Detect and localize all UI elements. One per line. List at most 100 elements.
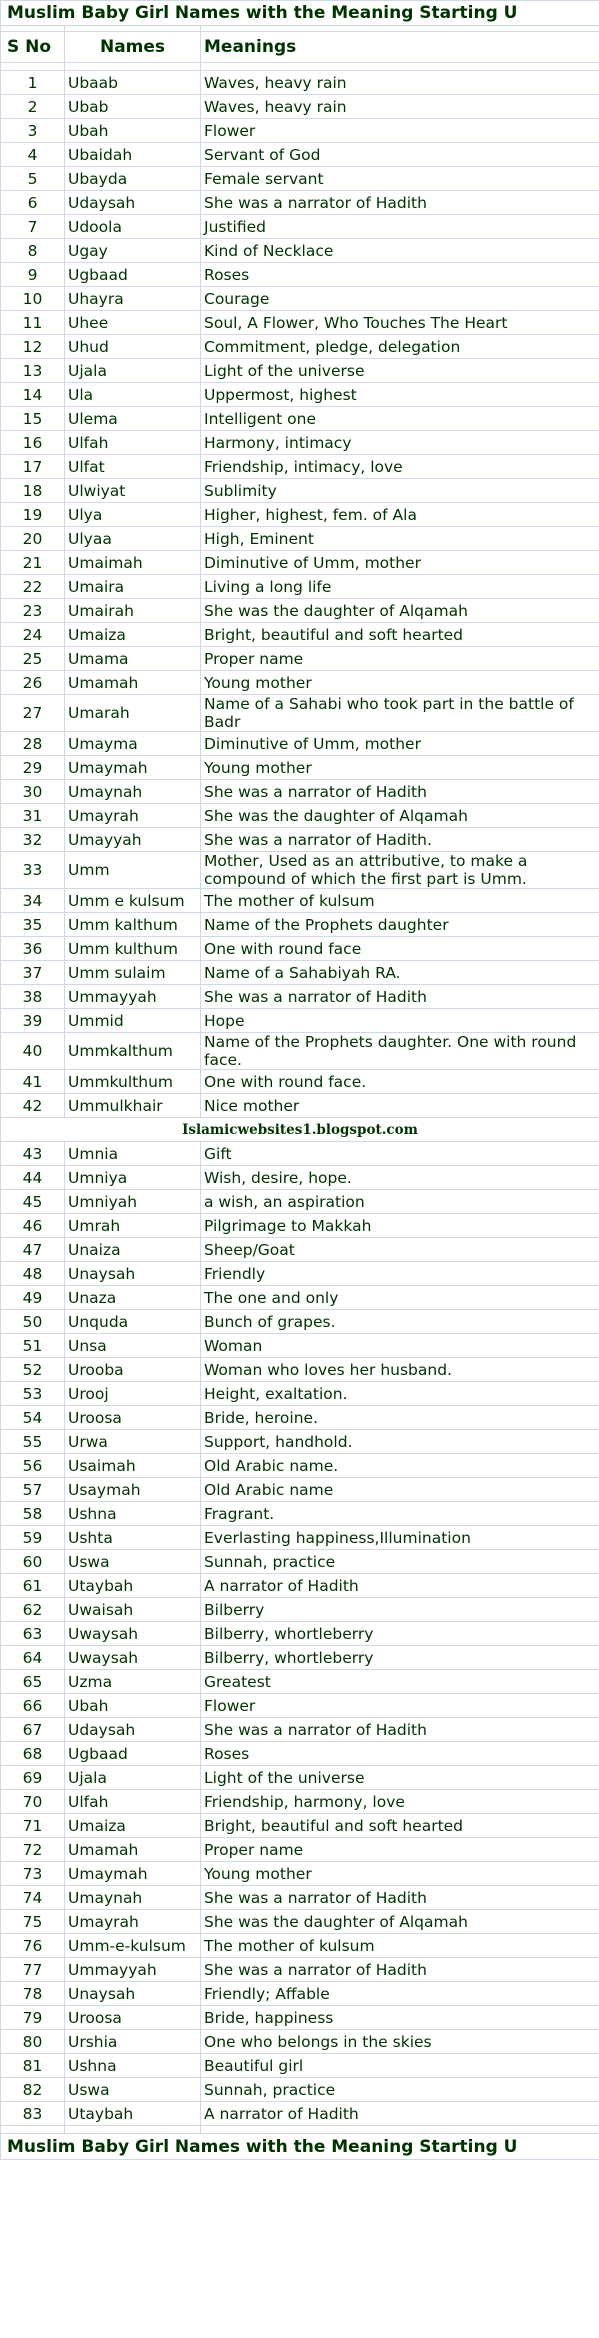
table-row: 1 Ubaab Waves, heavy rain	[0, 70, 599, 95]
meaning-cell: Waves, heavy rain	[199, 94, 599, 119]
name-cell: Umamah	[64, 670, 201, 695]
name-cell: Uhud	[64, 334, 201, 359]
serial-number: 34	[0, 888, 65, 913]
serial-number: 57	[0, 1477, 65, 1502]
column-header-meanings: Meanings	[199, 31, 599, 63]
meaning-cell: She was the daughter of Alqamah	[199, 598, 599, 623]
name-cell: Usaimah	[64, 1453, 201, 1478]
serial-number: 54	[0, 1405, 65, 1430]
serial-number: 37	[0, 960, 65, 985]
name-cell: Umm kalthum	[64, 912, 201, 937]
name-cell: Ugbaad	[64, 1741, 201, 1766]
name-cell: Umairah	[64, 598, 201, 623]
table-row: 24 Umaiza Bright, beautiful and soft heart…	[0, 622, 599, 647]
name-cell: Umayrah	[64, 803, 201, 828]
table-row: 78 Unaysah Friendly; Affable	[0, 1981, 599, 2006]
serial-number: 31	[0, 803, 65, 828]
serial-number: 46	[0, 1213, 65, 1238]
table-row: 29 Umaymah Young mother	[0, 755, 599, 780]
serial-number: 10	[0, 286, 65, 311]
table-row: 2 Ubab Waves, heavy rain	[0, 94, 599, 119]
name-cell: Ushna	[64, 1501, 201, 1526]
table-row: 10 Uhayra Courage	[0, 286, 599, 311]
meaning-cell: Young mother	[199, 1861, 599, 1886]
meaning-cell: Young mother	[199, 670, 599, 695]
table-row: 7 Udoola Justified	[0, 214, 599, 239]
meaning-cell: Roses	[199, 1741, 599, 1766]
table-row: 15 Ulema Intelligent one	[0, 406, 599, 431]
meaning-cell: She was a narrator of Hadith.	[199, 827, 599, 852]
meaning-cell: She was the daughter of Alqamah	[199, 1909, 599, 1934]
name-cell: Umarah	[64, 694, 201, 732]
name-cell: Ummayyah	[64, 984, 201, 1009]
serial-number: 20	[0, 526, 65, 551]
table-row: 76 Umm-e-kulsum The mother of kulsum	[0, 1933, 599, 1958]
meaning-cell: One with round face.	[199, 1069, 599, 1094]
meaning-cell: The mother of kulsum	[199, 1933, 599, 1958]
meaning-cell: Wish, desire, hope.	[199, 1165, 599, 1190]
table-row: 71 Umaiza Bright, beautiful and soft heart…	[0, 1813, 599, 1838]
serial-number: 23	[0, 598, 65, 623]
serial-number: 35	[0, 912, 65, 937]
meaning-cell: Friendly; Affable	[199, 1981, 599, 2006]
name-cell: Umm sulaim	[64, 960, 201, 985]
name-cell: Ujala	[64, 1765, 201, 1790]
name-cell: Ulyaa	[64, 526, 201, 551]
table-row: 77 Ummayyah She was a narrator of Hadith	[0, 1957, 599, 1982]
name-cell: Umaira	[64, 574, 201, 599]
name-cell: Unaiza	[64, 1237, 201, 1262]
table-row: 30 Umaynah She was a narrator of Hadith	[0, 779, 599, 804]
meaning-cell: Support, handhold.	[199, 1429, 599, 1454]
serial-number: 12	[0, 334, 65, 359]
meaning-cell: Courage	[199, 286, 599, 311]
table-row: 48 Unaysah Friendly	[0, 1261, 599, 1286]
serial-number: 36	[0, 936, 65, 961]
table-row: 74 Umaynah She was a narrator of Hadith	[0, 1885, 599, 1910]
meaning-cell: A narrator of Hadith	[199, 2101, 599, 2126]
serial-number: 71	[0, 1813, 65, 1838]
table-row: 72 Umamah Proper name	[0, 1837, 599, 1862]
table-row: 40 Ummkalthum Name of the Prophets daughte…	[0, 1032, 599, 1070]
name-cell: Umnia	[64, 1141, 201, 1166]
name-cell: Ulfah	[64, 1789, 201, 1814]
table-row: 53 Urooj Height, exaltation.	[0, 1381, 599, 1406]
meaning-cell: Living a long life	[199, 574, 599, 599]
serial-number: 25	[0, 646, 65, 671]
serial-number: 61	[0, 1573, 65, 1598]
serial-number: 32	[0, 827, 65, 852]
table-row: 33 Umm Mother, Used as an attributive, to …	[0, 851, 599, 889]
name-cell: Umaiza	[64, 622, 201, 647]
serial-number: 52	[0, 1357, 65, 1382]
name-cell: Unaza	[64, 1285, 201, 1310]
name-cell: Ulfat	[64, 454, 201, 479]
name-cell: Unaysah	[64, 1261, 201, 1286]
table-row: 35 Umm kalthum Name of the Prophets daught…	[0, 912, 599, 937]
serial-number: 43	[0, 1141, 65, 1166]
spacer-row	[0, 2125, 599, 2134]
meaning-cell: Old Arabic name.	[199, 1453, 599, 1478]
serial-number: 78	[0, 1981, 65, 2006]
meaning-cell: Height, exaltation.	[199, 1381, 599, 1406]
name-cell: Umaymah	[64, 755, 201, 780]
name-cell: Umayrah	[64, 1909, 201, 1934]
column-header-names: Names	[64, 31, 201, 63]
table-row: 16 Ulfah Harmony, intimacy	[0, 430, 599, 455]
meaning-cell: Soul, A Flower, Who Touches The Heart	[199, 310, 599, 335]
table-row: 39 Ummid Hope	[0, 1008, 599, 1033]
serial-number: 24	[0, 622, 65, 647]
name-cell: Ummkalthum	[64, 1032, 201, 1070]
meaning-cell: She was the daughter of Alqamah	[199, 803, 599, 828]
meaning-cell: Servant of God	[199, 142, 599, 167]
serial-number: 29	[0, 755, 65, 780]
name-cell: Urwa	[64, 1429, 201, 1454]
meaning-cell: Young mother	[199, 755, 599, 780]
serial-number: 22	[0, 574, 65, 599]
serial-number: 44	[0, 1165, 65, 1190]
table-row: 37 Umm sulaim Name of a Sahabiyah RA.	[0, 960, 599, 985]
name-cell: Uswa	[64, 1549, 201, 1574]
name-cell: Umaynah	[64, 1885, 201, 1910]
meaning-cell: She was a narrator of Hadith	[199, 984, 599, 1009]
name-cell: Urooj	[64, 1381, 201, 1406]
serial-number: 76	[0, 1933, 65, 1958]
meaning-cell: Bilberry, whortleberry	[199, 1621, 599, 1646]
